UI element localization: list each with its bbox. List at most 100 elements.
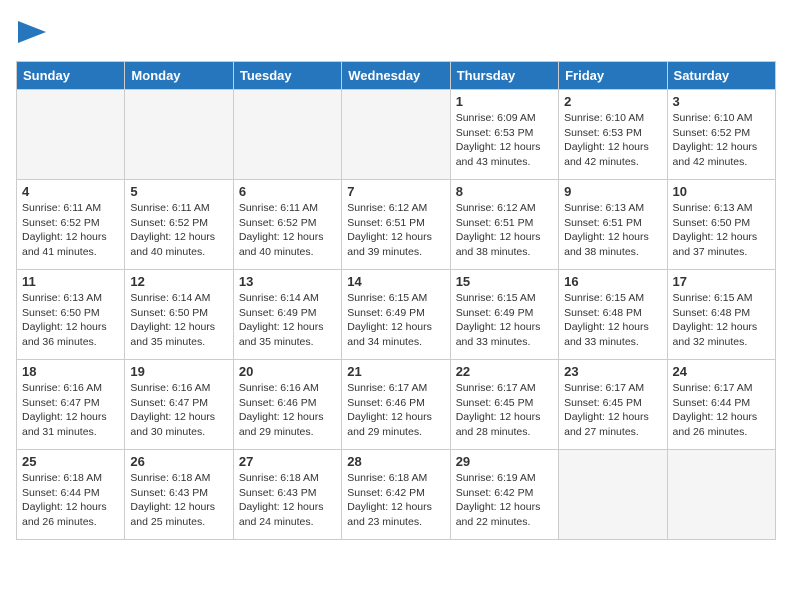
calendar-cell: 8 Sunrise: 6:12 AM Sunset: 6:51 PM Daylig… — [450, 180, 558, 270]
day-number: 26 — [130, 454, 227, 469]
calendar-cell: 18 Sunrise: 6:16 AM Sunset: 6:47 PM Dayli… — [17, 360, 125, 450]
calendar-cell — [125, 90, 233, 180]
calendar-cell: 7 Sunrise: 6:12 AM Sunset: 6:51 PM Daylig… — [342, 180, 450, 270]
day-number: 21 — [347, 364, 444, 379]
day-number: 16 — [564, 274, 661, 289]
day-number: 19 — [130, 364, 227, 379]
day-info: Sunrise: 6:18 AM Sunset: 6:44 PM Dayligh… — [22, 471, 119, 530]
day-number: 4 — [22, 184, 119, 199]
calendar-cell: 17 Sunrise: 6:15 AM Sunset: 6:48 PM Dayli… — [667, 270, 775, 360]
logo-icon — [18, 16, 50, 48]
day-number: 29 — [456, 454, 553, 469]
day-info: Sunrise: 6:11 AM Sunset: 6:52 PM Dayligh… — [130, 201, 227, 260]
day-info: Sunrise: 6:13 AM Sunset: 6:50 PM Dayligh… — [673, 201, 770, 260]
day-info: Sunrise: 6:10 AM Sunset: 6:52 PM Dayligh… — [673, 111, 770, 170]
calendar-cell: 3Sunrise: 6:10 AM Sunset: 6:52 PM Daylig… — [667, 90, 775, 180]
day-info: Sunrise: 6:11 AM Sunset: 6:52 PM Dayligh… — [239, 201, 336, 260]
header-thursday: Thursday — [450, 62, 558, 90]
day-info: Sunrise: 6:15 AM Sunset: 6:49 PM Dayligh… — [347, 291, 444, 350]
day-info: Sunrise: 6:12 AM Sunset: 6:51 PM Dayligh… — [456, 201, 553, 260]
day-number: 5 — [130, 184, 227, 199]
day-info: Sunrise: 6:18 AM Sunset: 6:43 PM Dayligh… — [130, 471, 227, 530]
calendar-cell: 26 Sunrise: 6:18 AM Sunset: 6:43 PM Dayli… — [125, 450, 233, 540]
day-info: Sunrise: 6:15 AM Sunset: 6:49 PM Dayligh… — [456, 291, 553, 350]
day-info: Sunrise: 6:17 AM Sunset: 6:45 PM Dayligh… — [564, 381, 661, 440]
calendar-cell — [559, 450, 667, 540]
day-number: 11 — [22, 274, 119, 289]
day-info: Sunrise: 6:09 AM Sunset: 6:53 PM Dayligh… — [456, 111, 553, 170]
day-info: Sunrise: 6:14 AM Sunset: 6:49 PM Dayligh… — [239, 291, 336, 350]
calendar-cell: 25 Sunrise: 6:18 AM Sunset: 6:44 PM Dayli… — [17, 450, 125, 540]
header-saturday: Saturday — [667, 62, 775, 90]
calendar-cell: 29 Sunrise: 6:19 AM Sunset: 6:42 PM Dayli… — [450, 450, 558, 540]
calendar-cell: 23Sunrise: 6:17 AM Sunset: 6:45 PM Dayli… — [559, 360, 667, 450]
day-number: 18 — [22, 364, 119, 379]
logo — [16, 16, 50, 53]
calendar-cell: 2 Sunrise: 6:10 AM Sunset: 6:53 PM Daylig… — [559, 90, 667, 180]
day-number: 28 — [347, 454, 444, 469]
day-info: Sunrise: 6:18 AM Sunset: 6:42 PM Dayligh… — [347, 471, 444, 530]
day-number: 12 — [130, 274, 227, 289]
calendar-cell — [667, 450, 775, 540]
header-monday: Monday — [125, 62, 233, 90]
day-info: Sunrise: 6:17 AM Sunset: 6:46 PM Dayligh… — [347, 381, 444, 440]
day-number: 15 — [456, 274, 553, 289]
calendar-cell: 24Sunrise: 6:17 AM Sunset: 6:44 PM Dayli… — [667, 360, 775, 450]
calendar-cell: 22 Sunrise: 6:17 AM Sunset: 6:45 PM Dayli… — [450, 360, 558, 450]
day-info: Sunrise: 6:12 AM Sunset: 6:51 PM Dayligh… — [347, 201, 444, 260]
day-number: 7 — [347, 184, 444, 199]
calendar-week-row: 25 Sunrise: 6:18 AM Sunset: 6:44 PM Dayli… — [17, 450, 776, 540]
calendar-cell: 1 Sunrise: 6:09 AM Sunset: 6:53 PM Daylig… — [450, 90, 558, 180]
day-info: Sunrise: 6:10 AM Sunset: 6:53 PM Dayligh… — [564, 111, 661, 170]
day-number: 24 — [673, 364, 770, 379]
calendar-cell: 4 Sunrise: 6:11 AM Sunset: 6:52 PM Daylig… — [17, 180, 125, 270]
day-number: 25 — [22, 454, 119, 469]
day-info: Sunrise: 6:17 AM Sunset: 6:45 PM Dayligh… — [456, 381, 553, 440]
day-info: Sunrise: 6:15 AM Sunset: 6:48 PM Dayligh… — [564, 291, 661, 350]
calendar-cell: 10 Sunrise: 6:13 AM Sunset: 6:50 PM Dayli… — [667, 180, 775, 270]
day-info: Sunrise: 6:16 AM Sunset: 6:47 PM Dayligh… — [130, 381, 227, 440]
calendar-cell: 11Sunrise: 6:13 AM Sunset: 6:50 PM Dayli… — [17, 270, 125, 360]
calendar-cell: 19 Sunrise: 6:16 AM Sunset: 6:47 PM Dayli… — [125, 360, 233, 450]
calendar-cell: 13 Sunrise: 6:14 AM Sunset: 6:49 PM Dayli… — [233, 270, 341, 360]
day-number: 10 — [673, 184, 770, 199]
header-tuesday: Tuesday — [233, 62, 341, 90]
day-info: Sunrise: 6:19 AM Sunset: 6:42 PM Dayligh… — [456, 471, 553, 530]
day-number: 13 — [239, 274, 336, 289]
calendar-week-row: 11Sunrise: 6:13 AM Sunset: 6:50 PM Dayli… — [17, 270, 776, 360]
day-info: Sunrise: 6:14 AM Sunset: 6:50 PM Dayligh… — [130, 291, 227, 350]
calendar-week-row: 1 Sunrise: 6:09 AM Sunset: 6:53 PM Daylig… — [17, 90, 776, 180]
calendar-cell: 5 Sunrise: 6:11 AM Sunset: 6:52 PM Daylig… — [125, 180, 233, 270]
day-number: 1 — [456, 94, 553, 109]
calendar-cell: 12 Sunrise: 6:14 AM Sunset: 6:50 PM Dayli… — [125, 270, 233, 360]
calendar-cell: 9Sunrise: 6:13 AM Sunset: 6:51 PM Daylig… — [559, 180, 667, 270]
day-info: Sunrise: 6:18 AM Sunset: 6:43 PM Dayligh… — [239, 471, 336, 530]
calendar-cell: 14 Sunrise: 6:15 AM Sunset: 6:49 PM Dayli… — [342, 270, 450, 360]
calendar-cell: 15 Sunrise: 6:15 AM Sunset: 6:49 PM Dayli… — [450, 270, 558, 360]
header-friday: Friday — [559, 62, 667, 90]
day-number: 17 — [673, 274, 770, 289]
day-info: Sunrise: 6:16 AM Sunset: 6:47 PM Dayligh… — [22, 381, 119, 440]
day-info: Sunrise: 6:16 AM Sunset: 6:46 PM Dayligh… — [239, 381, 336, 440]
day-info: Sunrise: 6:15 AM Sunset: 6:48 PM Dayligh… — [673, 291, 770, 350]
calendar-cell: 28 Sunrise: 6:18 AM Sunset: 6:42 PM Dayli… — [342, 450, 450, 540]
day-info: Sunrise: 6:11 AM Sunset: 6:52 PM Dayligh… — [22, 201, 119, 260]
calendar-week-row: 18 Sunrise: 6:16 AM Sunset: 6:47 PM Dayli… — [17, 360, 776, 450]
day-number: 27 — [239, 454, 336, 469]
header-sunday: Sunday — [17, 62, 125, 90]
calendar-cell: 27 Sunrise: 6:18 AM Sunset: 6:43 PM Dayli… — [233, 450, 341, 540]
day-info: Sunrise: 6:13 AM Sunset: 6:51 PM Dayligh… — [564, 201, 661, 260]
calendar-cell: 21 Sunrise: 6:17 AM Sunset: 6:46 PM Dayli… — [342, 360, 450, 450]
day-number: 2 — [564, 94, 661, 109]
calendar-header-row: SundayMondayTuesdayWednesdayThursdayFrid… — [17, 62, 776, 90]
calendar-cell — [17, 90, 125, 180]
day-number: 6 — [239, 184, 336, 199]
calendar-table: SundayMondayTuesdayWednesdayThursdayFrid… — [16, 61, 776, 540]
page-header — [16, 16, 776, 53]
calendar-week-row: 4 Sunrise: 6:11 AM Sunset: 6:52 PM Daylig… — [17, 180, 776, 270]
day-number: 20 — [239, 364, 336, 379]
day-number: 8 — [456, 184, 553, 199]
day-number: 22 — [456, 364, 553, 379]
day-number: 14 — [347, 274, 444, 289]
calendar-cell: 6 Sunrise: 6:11 AM Sunset: 6:52 PM Daylig… — [233, 180, 341, 270]
